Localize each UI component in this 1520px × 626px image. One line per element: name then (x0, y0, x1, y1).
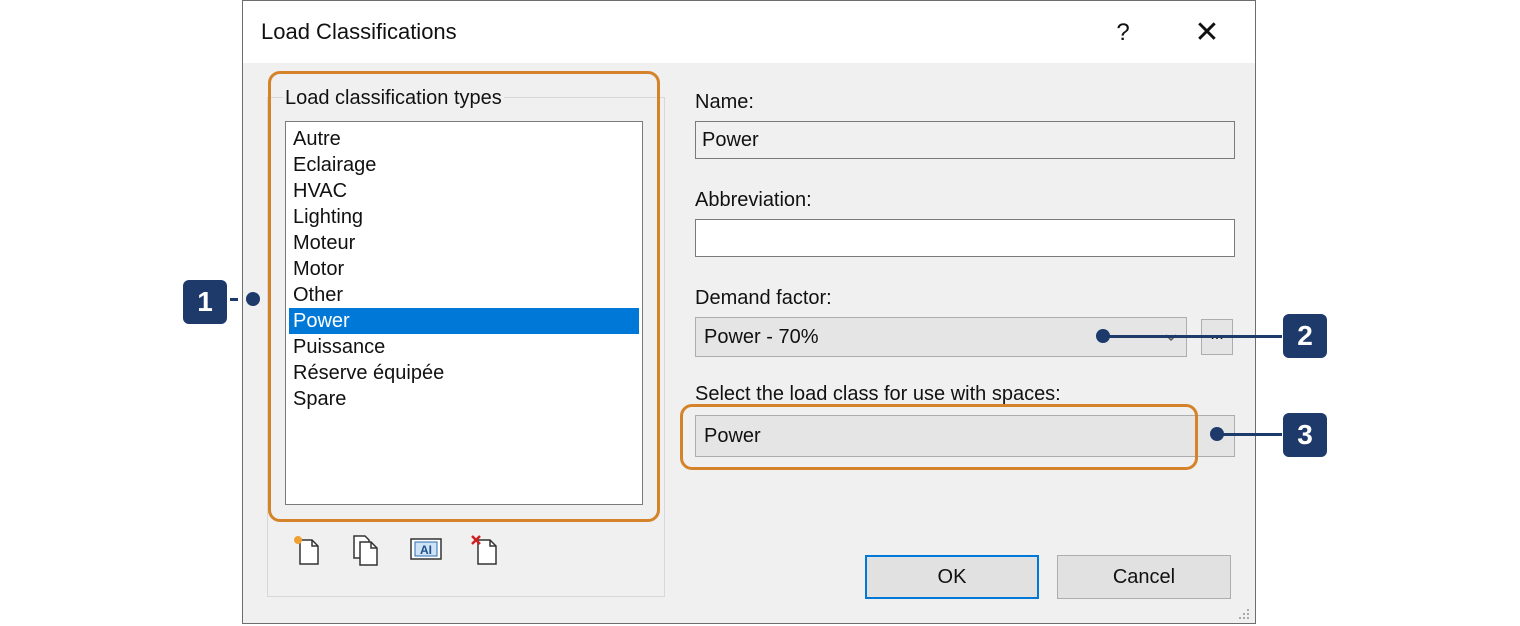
delete-icon[interactable] (469, 533, 503, 567)
highlight-list-frame (268, 71, 660, 522)
new-icon[interactable] (291, 533, 325, 567)
name-label: Name: (695, 91, 754, 113)
demand-factor-label: Demand factor: (695, 287, 832, 309)
cancel-button[interactable]: Cancel (1057, 555, 1231, 599)
callout-dot-1 (246, 292, 260, 306)
callout-badge-3: 3 (1283, 413, 1327, 457)
title-bar: Load Classifications ? ✕ (243, 1, 1255, 63)
abbreviation-label: Abbreviation: (695, 189, 812, 211)
duplicate-icon[interactable] (349, 533, 383, 567)
resize-grip-icon[interactable] (1235, 605, 1251, 621)
rename-icon[interactable]: AI (409, 533, 443, 567)
callout-badge-1: 1 (183, 280, 227, 324)
space-load-class-label: Select the load class for use with space… (695, 383, 1061, 405)
callout-line-1 (230, 298, 238, 301)
callout-badge-2: 2 (1283, 314, 1327, 358)
rename-icon-glyph: AI (420, 543, 432, 557)
close-button[interactable]: ✕ (1187, 15, 1227, 51)
highlight-space-class-frame (680, 404, 1198, 470)
callout-line-2 (1108, 335, 1282, 338)
help-button[interactable]: ? (1105, 15, 1141, 51)
callout-line-3 (1222, 433, 1282, 436)
name-field[interactable]: Power (695, 121, 1235, 159)
abbreviation-field[interactable] (695, 219, 1235, 257)
ok-button[interactable]: OK (865, 555, 1039, 599)
dialog-title: Load Classifications (261, 19, 457, 44)
